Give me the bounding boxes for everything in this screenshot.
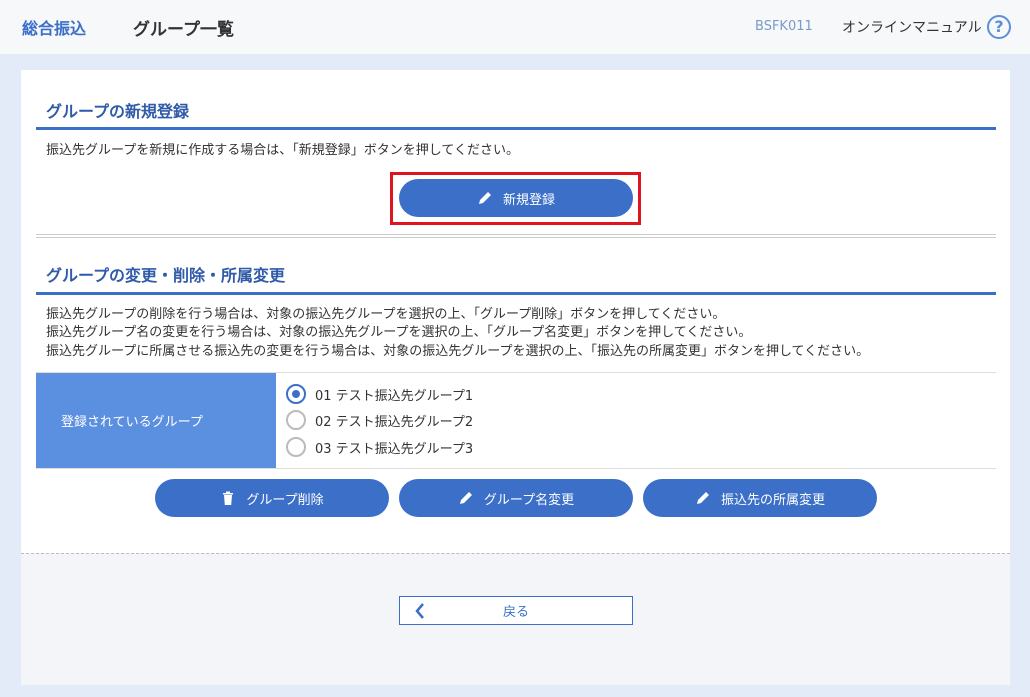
rename-group-button[interactable]: グループ名変更	[399, 479, 633, 517]
edit-description-rename: 振込先グループ名の変更を行う場合は、対象の振込先グループを選択の上、「グループ名…	[46, 325, 752, 340]
app-name[interactable]: 総合振込	[22, 15, 86, 39]
online-manual-link[interactable]: オンラインマニュアル	[842, 17, 982, 37]
change-membership-button[interactable]: 振込先の所属変更	[643, 479, 877, 517]
back-button-label: 戻る	[502, 604, 529, 619]
section-divider	[36, 234, 996, 238]
delete-group-button-label: グループ削除	[246, 491, 324, 507]
trash-icon	[223, 491, 234, 505]
group-option[interactable]: 02 テスト振込先グループ2	[286, 410, 473, 430]
pencil-icon	[478, 192, 491, 204]
group-option-label: 03 テスト振込先グループ3	[315, 441, 474, 457]
new-group-section-title: グループの新規登録	[46, 102, 190, 121]
rename-group-button-label: グループ名変更	[483, 491, 575, 507]
group-option[interactable]: 01 テスト振込先グループ1	[286, 384, 473, 404]
radio-button-selected[interactable]	[286, 384, 306, 404]
group-label-cell: 登録されているグループ	[36, 373, 276, 468]
group-option-label: 01 テスト振込先グループ1	[315, 388, 474, 404]
section-rule	[36, 127, 996, 130]
pencil-icon	[459, 492, 472, 504]
group-option-label: 02 テスト振込先グループ2	[315, 414, 474, 430]
new-register-button[interactable]: 新規登録	[399, 179, 633, 217]
chevron-left-icon	[415, 603, 424, 619]
group-table: 登録されているグループ 01 テスト振込先グループ1 02 テスト振込先グループ…	[36, 372, 996, 469]
radio-button[interactable]	[286, 410, 306, 430]
radio-button[interactable]	[286, 437, 306, 457]
new-register-button-label: 新規登録	[502, 191, 555, 207]
top-bar: 総合振込 グループ一覧 BSFK011 オンラインマニュアル ?	[0, 0, 1030, 54]
section-rule	[36, 292, 996, 295]
help-circle-icon[interactable]: ?	[987, 15, 1011, 39]
group-option[interactable]: 03 テスト振込先グループ3	[286, 437, 473, 457]
page-title: グループ一覧	[133, 20, 234, 40]
delete-group-button[interactable]: グループ削除	[155, 479, 389, 517]
pencil-icon	[696, 492, 709, 504]
back-button[interactable]: 戻る	[399, 596, 633, 625]
new-group-description: 振込先グループを新規に作成する場合は、「新規登録」ボタンを押してください。	[46, 143, 519, 158]
edit-description-membership: 振込先グループに所属させる振込先の変更を行う場合は、対象の振込先グループを選択の…	[46, 344, 870, 359]
change-membership-button-label: 振込先の所属変更	[720, 491, 825, 507]
screen-id: BSFK011	[755, 19, 813, 34]
edit-description-delete: 振込先グループの削除を行う場合は、対象の振込先グループを選択の上、「グループ削除…	[46, 307, 726, 322]
edit-group-section-title: グループの変更・削除・所属変更	[46, 266, 286, 285]
main-card: グループの新規登録 振込先グループを新規に作成する場合は、「新規登録」ボタンを押…	[21, 70, 1010, 685]
